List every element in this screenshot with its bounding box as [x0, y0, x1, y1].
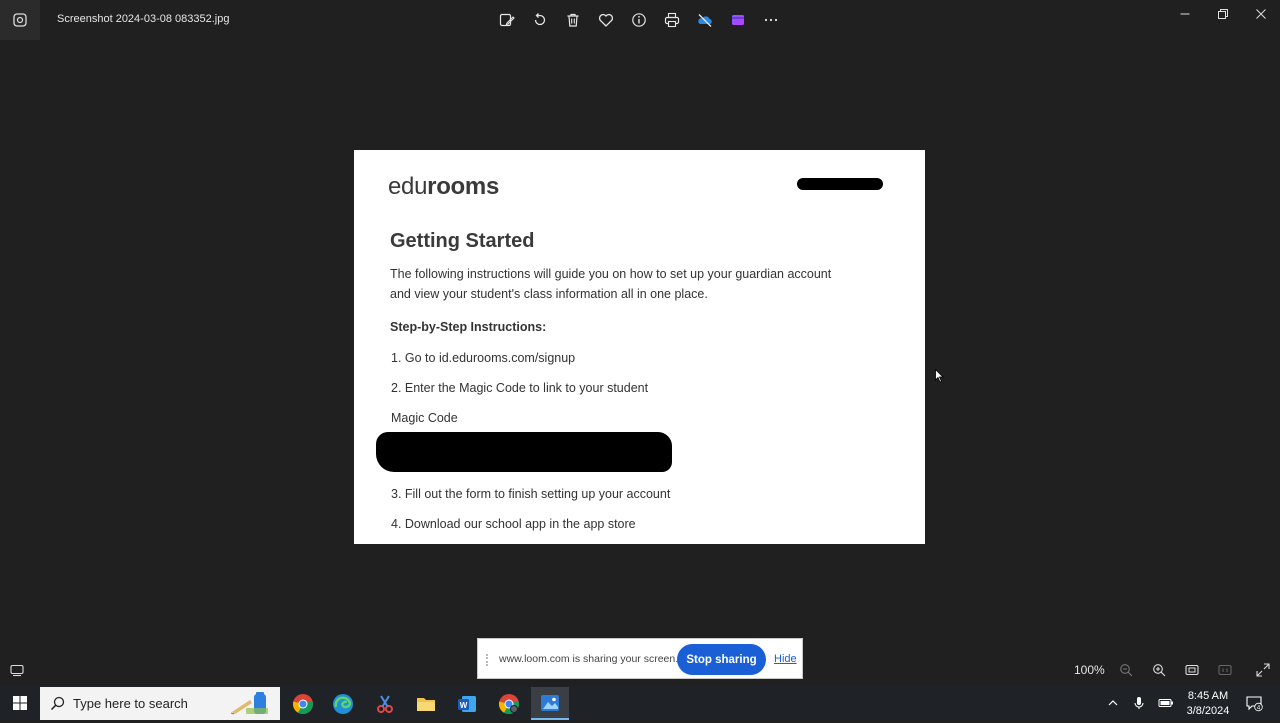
hide-link[interactable]: Hide: [774, 653, 797, 665]
doc-heading: Getting Started: [390, 230, 535, 252]
window-title: Screenshot 2024-03-08 083352.jpg: [57, 13, 230, 25]
battery-icon[interactable]: [1156, 693, 1176, 713]
search-placeholder: Type here to search: [73, 696, 188, 711]
step-4: 4. Download our school app in the app st…: [391, 517, 636, 531]
stop-sharing-button[interactable]: Stop sharing: [677, 644, 766, 675]
doc-intro: The following instructions will guide yo…: [390, 264, 850, 304]
clock-date: 3/8/2024: [1186, 705, 1230, 717]
onedrive-icon[interactable]: [688, 4, 721, 36]
magic-code-label: Magic Code: [391, 411, 458, 425]
photo-toolbar: [490, 4, 787, 36]
logo-text-light: edu: [388, 173, 428, 200]
minimize-icon[interactable]: [1166, 0, 1204, 28]
zoom-out-icon[interactable]: [1112, 656, 1140, 684]
notification-center-icon[interactable]: 4: [1244, 693, 1264, 713]
taskbar-search-box[interactable]: Type here to search: [40, 687, 280, 720]
info-icon[interactable]: [622, 4, 655, 36]
zoom-in-icon[interactable]: [1145, 656, 1173, 684]
photos-app-icon[interactable]: [0, 0, 40, 40]
favorite-icon[interactable]: [589, 4, 622, 36]
logo-text-bold: rooms: [427, 173, 500, 200]
step-3: 3. Fill out the form to finish setting u…: [391, 487, 671, 501]
zoom-level: 100%: [1074, 663, 1105, 677]
step-2: 2. Enter the Magic Code to link to your …: [391, 381, 649, 395]
windows-start-icon[interactable]: [0, 686, 40, 720]
edurooms-logo: edurooms: [388, 173, 499, 201]
edit-image-icon[interactable]: [490, 4, 523, 36]
microphone-icon[interactable]: [1129, 693, 1149, 713]
search-icon: [50, 696, 65, 716]
restore-icon[interactable]: [1204, 0, 1242, 28]
more-icon[interactable]: [754, 4, 787, 36]
intro-line: The following instructions will guide yo…: [390, 267, 832, 281]
intro-line: and view your student's class informatio…: [390, 287, 708, 301]
filmstrip-icon[interactable]: [3, 656, 31, 684]
redaction-mark: [797, 178, 883, 190]
svg-text:W: W: [460, 701, 468, 710]
screen-sharing-bar: www.loom.com is sharing your screen. Sto…: [477, 638, 803, 679]
clock-time: 8:45 AM: [1187, 690, 1229, 702]
taskbar-chrome-icon[interactable]: [284, 687, 322, 720]
taskbar-file-explorer-icon[interactable]: [407, 687, 445, 720]
steps-heading: Step-by-Step Instructions:: [390, 320, 547, 334]
taskbar-chrome-profile-icon[interactable]: [490, 687, 528, 720]
clipchamp-icon[interactable]: [721, 4, 754, 36]
taskbar-edge-icon[interactable]: [324, 687, 362, 720]
search-highlight-illustration-icon: [226, 690, 276, 718]
redaction-mark: [376, 432, 672, 472]
close-icon[interactable]: [1242, 0, 1280, 28]
tray-overflow-chevron-icon[interactable]: [1103, 693, 1123, 713]
actual-size-icon[interactable]: [1211, 656, 1239, 684]
taskbar-clock[interactable]: 8:45 AM 3/8/2024: [1180, 689, 1236, 719]
rotate-icon[interactable]: [523, 4, 556, 36]
taskbar-photos-icon[interactable]: [531, 687, 569, 720]
sharing-message: www.loom.com is sharing your screen.: [499, 653, 679, 665]
taskbar-word-icon[interactable]: W: [448, 687, 486, 720]
fullscreen-icon[interactable]: [1249, 656, 1277, 684]
drag-handle[interactable]: [486, 654, 492, 666]
taskbar-snipping-tool-icon[interactable]: [366, 687, 404, 720]
fit-to-window-icon[interactable]: [1178, 656, 1206, 684]
step-1: 1. Go to id.edurooms.com/signup: [391, 351, 576, 365]
print-icon[interactable]: [655, 4, 688, 36]
delete-icon[interactable]: [556, 4, 589, 36]
photo-canvas: edurooms Getting Started The following i…: [354, 150, 925, 544]
mouse-cursor-icon: [935, 368, 944, 388]
